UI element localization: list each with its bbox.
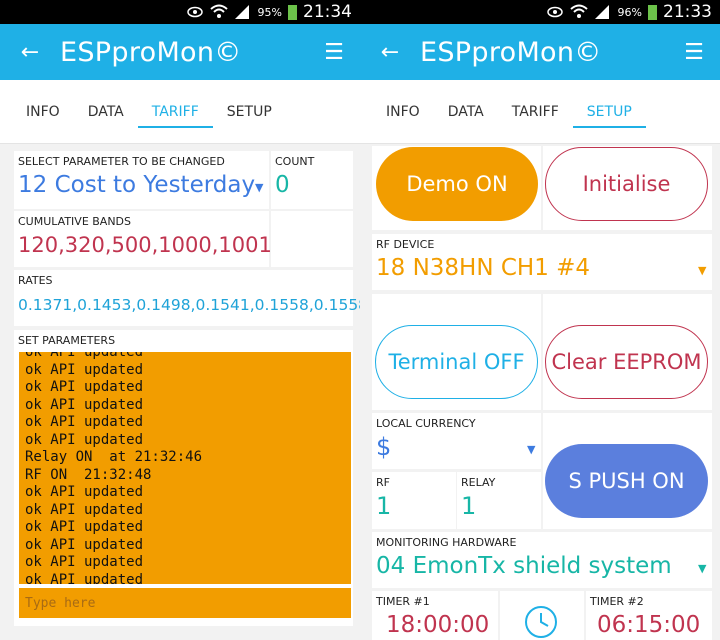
rf-device-label: RF DEVICE (376, 238, 435, 251)
eye-icon (546, 4, 564, 20)
terminal-line: ok API updated (25, 484, 144, 500)
monitoring-label: MONITORING HARDWARE (376, 536, 517, 549)
push-button[interactable]: S PUSH ON (545, 444, 708, 518)
clock-cell (500, 591, 584, 640)
app-bar: ← ESPproMon© ☰ (0, 24, 360, 80)
back-arrow-icon[interactable]: ← (0, 40, 60, 65)
relay-value: 1 (461, 492, 477, 520)
terminal-button[interactable]: Terminal OFF (375, 325, 538, 399)
monitoring-widget[interactable]: MONITORING HARDWARE 04 EmonTx shield sys… (372, 532, 712, 588)
terminal-line: Relay ON at 21:32:46 (25, 449, 203, 465)
count-value: 0 (275, 172, 290, 198)
timer1-widget[interactable]: TIMER #1 18:00:00 (372, 591, 498, 640)
tab-data[interactable]: DATA (74, 80, 138, 144)
timer2-label: TIMER #2 (590, 595, 644, 608)
status-bar: 95% 21:34 (0, 0, 360, 24)
menu-icon[interactable]: ☰ (668, 40, 720, 65)
terminal-line: ok API updated (25, 431, 144, 448)
clock-time: 21:33 (663, 2, 712, 22)
tab-data[interactable]: DATA (434, 80, 498, 144)
rf-device-widget[interactable]: RF DEVICE 18 N38HN CH1 #4 ▼ (372, 234, 712, 290)
clock-icon (524, 605, 558, 640)
rates-label: RATES (18, 274, 53, 287)
app-bar: ← ESPproMon© ☰ (360, 24, 720, 80)
terminal-output[interactable]: ok API updated ok API updated ok API updat… (19, 352, 351, 584)
battery-icon (648, 4, 657, 20)
menu-icon[interactable]: ☰ (308, 40, 360, 65)
left-screen: 95% 21:34 ← ESPproMon© ☰ INFO DATA TARIF… (0, 0, 360, 640)
right-screen: 96% 21:33 ← ESPproMon© ☰ INFO DATA TARIF… (360, 0, 720, 640)
battery-percent: 96% (617, 5, 642, 19)
status-bar: 96% 21:33 (360, 0, 720, 24)
terminal-line: ok API updated (25, 536, 144, 553)
cumulative-bands-label: CUMULATIVE BANDS (18, 215, 132, 228)
battery-icon (288, 4, 297, 20)
terminal-line: ok API updated (25, 519, 144, 535)
dropdown-caret-icon[interactable]: ▼ (698, 562, 706, 575)
clock-time: 21:34 (303, 2, 352, 22)
clear-eeprom-button[interactable]: Clear EEPROM (545, 325, 708, 399)
battery-percent: 95% (257, 5, 282, 19)
terminal-line: ok API updated (25, 361, 144, 378)
wifi-icon (209, 4, 228, 20)
relay-label: RELAY (461, 476, 496, 489)
terminal-line: ok API updated (25, 501, 144, 518)
signal-icon (594, 4, 612, 20)
back-arrow-icon[interactable]: ← (360, 40, 420, 65)
terminal-input-box[interactable] (19, 588, 351, 618)
currency-label: LOCAL CURRENCY (376, 417, 476, 430)
initialise-button[interactable]: Initialise (545, 147, 708, 221)
terminal-line: ok API updated (25, 379, 144, 395)
tab-info[interactable]: INFO (12, 80, 74, 144)
rf-device-value[interactable]: 18 N38HN CH1 #4 (376, 255, 590, 281)
cumulative-bands-value[interactable]: 120,320,500,1000,1001 (18, 233, 272, 257)
relay-widget: RELAY 1 (457, 472, 541, 529)
currency-value[interactable]: $ (376, 433, 391, 461)
tab-tariff[interactable]: TARIFF (498, 80, 573, 144)
tab-setup[interactable]: SETUP (213, 80, 286, 144)
terminal-line: ok API updated (25, 414, 144, 430)
tab-bar: INFO DATA TARIFF SETUP (0, 80, 360, 144)
empty-cell (271, 211, 353, 267)
cumulative-bands-widget[interactable]: CUMULATIVE BANDS 120,320,500,1000,1001 (14, 211, 272, 267)
app-title: ESPproMon© (420, 36, 602, 68)
monitoring-value[interactable]: 04 EmonTx shield system (376, 553, 672, 579)
dropdown-caret-icon[interactable]: ▼ (698, 264, 706, 277)
terminal-line: ok API updated (25, 571, 144, 585)
currency-widget[interactable]: LOCAL CURRENCY $ ▼ (372, 413, 541, 469)
tab-bar: INFO DATA TARIFF SETUP (360, 80, 720, 144)
rates-widget[interactable]: RATES 0.1371,0.1453,0.1498,0.1541,0.1558… (14, 270, 360, 326)
timer2-widget[interactable]: TIMER #2 06:15:00 (586, 591, 712, 640)
tab-info[interactable]: INFO (372, 80, 434, 144)
select-parameter-widget[interactable]: SELECT PARAMETER TO BE CHANGED 12 Cost t… (14, 151, 269, 209)
app-title: ESPproMon© (60, 36, 242, 68)
rf-value: 1 (376, 492, 392, 520)
terminal-lines: ok API updated ok API updated ok API updat… (25, 352, 202, 584)
set-parameters-label: SET PARAMETERS (18, 334, 116, 347)
rf-label: RF (376, 476, 390, 489)
dropdown-caret-icon[interactable]: ▼ (255, 181, 263, 194)
eye-icon (186, 4, 204, 20)
wifi-icon (569, 4, 588, 20)
select-parameter-label: SELECT PARAMETER TO BE CHANGED (18, 155, 225, 168)
terminal-line: RF ON 21:32:48 (25, 466, 152, 483)
terminal-line: ok API updated (25, 554, 144, 570)
rates-value[interactable]: 0.1371,0.1453,0.1498,0.1541,0.1558,0.155… (18, 296, 360, 314)
count-widget: COUNT 0 (271, 151, 353, 209)
timer2-value[interactable]: 06:15:00 (597, 612, 700, 638)
demo-button[interactable]: Demo ON (376, 147, 538, 221)
timer1-label: TIMER #1 (376, 595, 430, 608)
count-label: COUNT (275, 155, 315, 168)
terminal-line: ok API updated (25, 352, 144, 360)
timer1-value[interactable]: 18:00:00 (386, 612, 489, 638)
tab-tariff[interactable]: TARIFF (137, 80, 213, 144)
terminal-input[interactable] (19, 588, 351, 618)
dropdown-caret-icon[interactable]: ▼ (527, 443, 535, 456)
signal-icon (234, 4, 252, 20)
select-parameter-value[interactable]: 12 Cost to Yesterday (18, 172, 255, 198)
terminal-line: ok API updated (25, 396, 144, 413)
rf-widget: RF 1 (372, 472, 456, 529)
tab-setup[interactable]: SETUP (572, 80, 646, 144)
